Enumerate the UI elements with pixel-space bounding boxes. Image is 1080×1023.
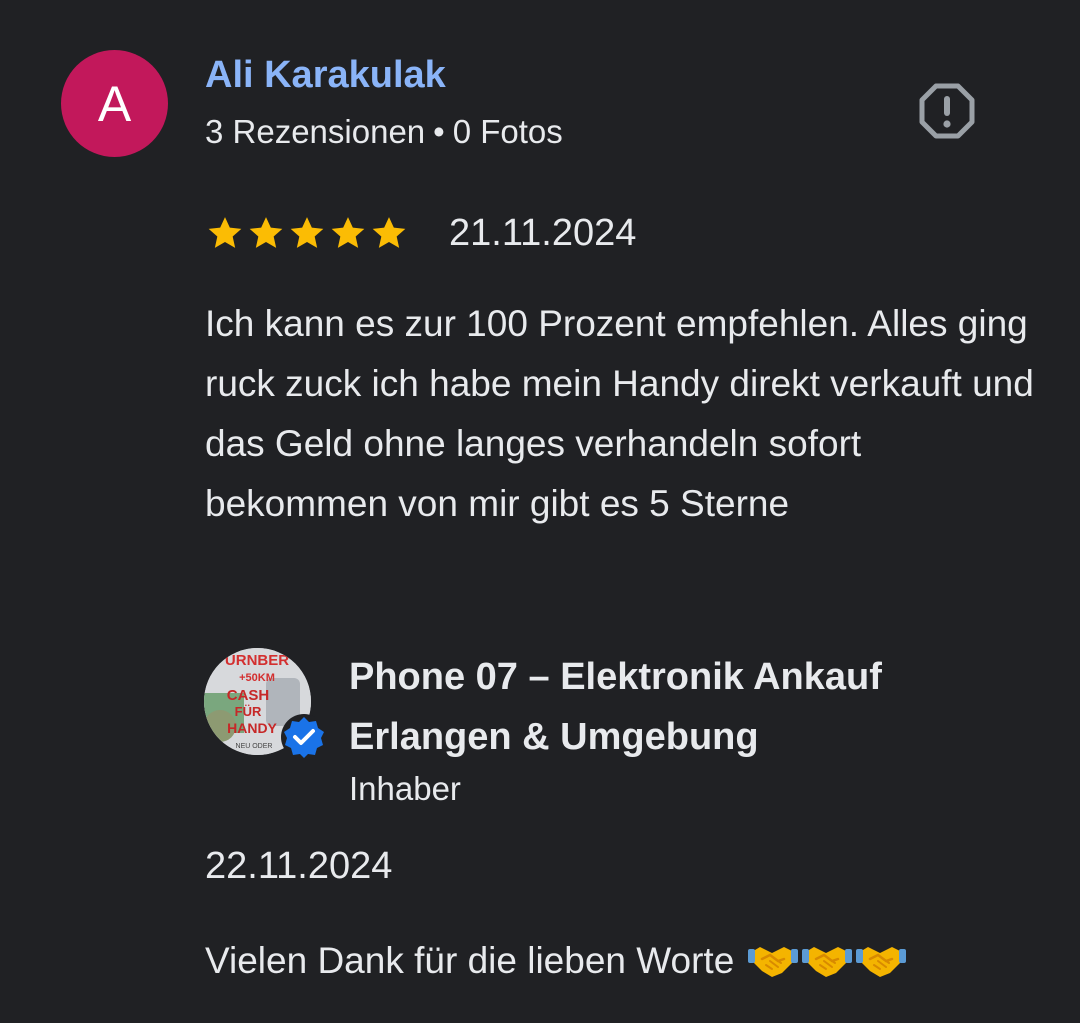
star-icon [372,217,406,248]
review-date: 21.11.2024 [449,211,637,254]
reply-text: Vielen Dank für die lieben Worte [205,940,907,982]
report-button[interactable] [914,78,980,144]
owner-avatar[interactable]: ÜRNBER +50KM CASH FÜR HANDY NEU ODER [204,648,327,760]
svg-text:HANDY: HANDY [227,720,277,736]
star-icon [249,217,283,248]
svg-text:NEU ODER: NEU ODER [236,743,273,750]
business-name-link[interactable]: Phone 07 – Elektronik Ankauf Erlangen & … [349,647,1039,767]
reviewer-meta: 3 Rezensionen • 0 Fotos [205,113,563,151]
handshake-emoji [748,947,799,977]
reply-emoji-group [748,941,907,981]
star-icon [208,217,242,248]
avatar-initial: A [97,75,132,132]
meta-separator: • [433,113,445,150]
reviews-count: 3 Rezensionen [205,113,426,150]
reply-date: 22.11.2024 [205,845,393,887]
svg-text:CASH: CASH [227,687,270,704]
review-text: Ich kann es zur 100 Prozent empfehlen. A… [205,303,1034,524]
reviewer-name-link[interactable]: Ali Karakulak [205,54,446,97]
star-rating [205,213,409,253]
svg-text:FÜR: FÜR [235,704,262,719]
rating-row: 21.11.2024 [205,206,636,260]
reviewer-avatar[interactable]: A [61,50,168,157]
photos-count: 0 Fotos [452,113,563,150]
reply-text-content: Vielen Dank für die lieben Worte [205,940,735,981]
star-icon [290,217,324,248]
verified-badge-icon [281,714,327,760]
svg-text:ÜRNBER: ÜRNBER [225,652,289,669]
handshake-emoji [856,947,907,977]
report-flag-icon [919,83,975,139]
handshake-emoji [802,947,853,977]
star-icon [331,217,365,248]
owner-role: Inhaber [349,770,461,807]
svg-text:+50KM: +50KM [239,672,275,684]
